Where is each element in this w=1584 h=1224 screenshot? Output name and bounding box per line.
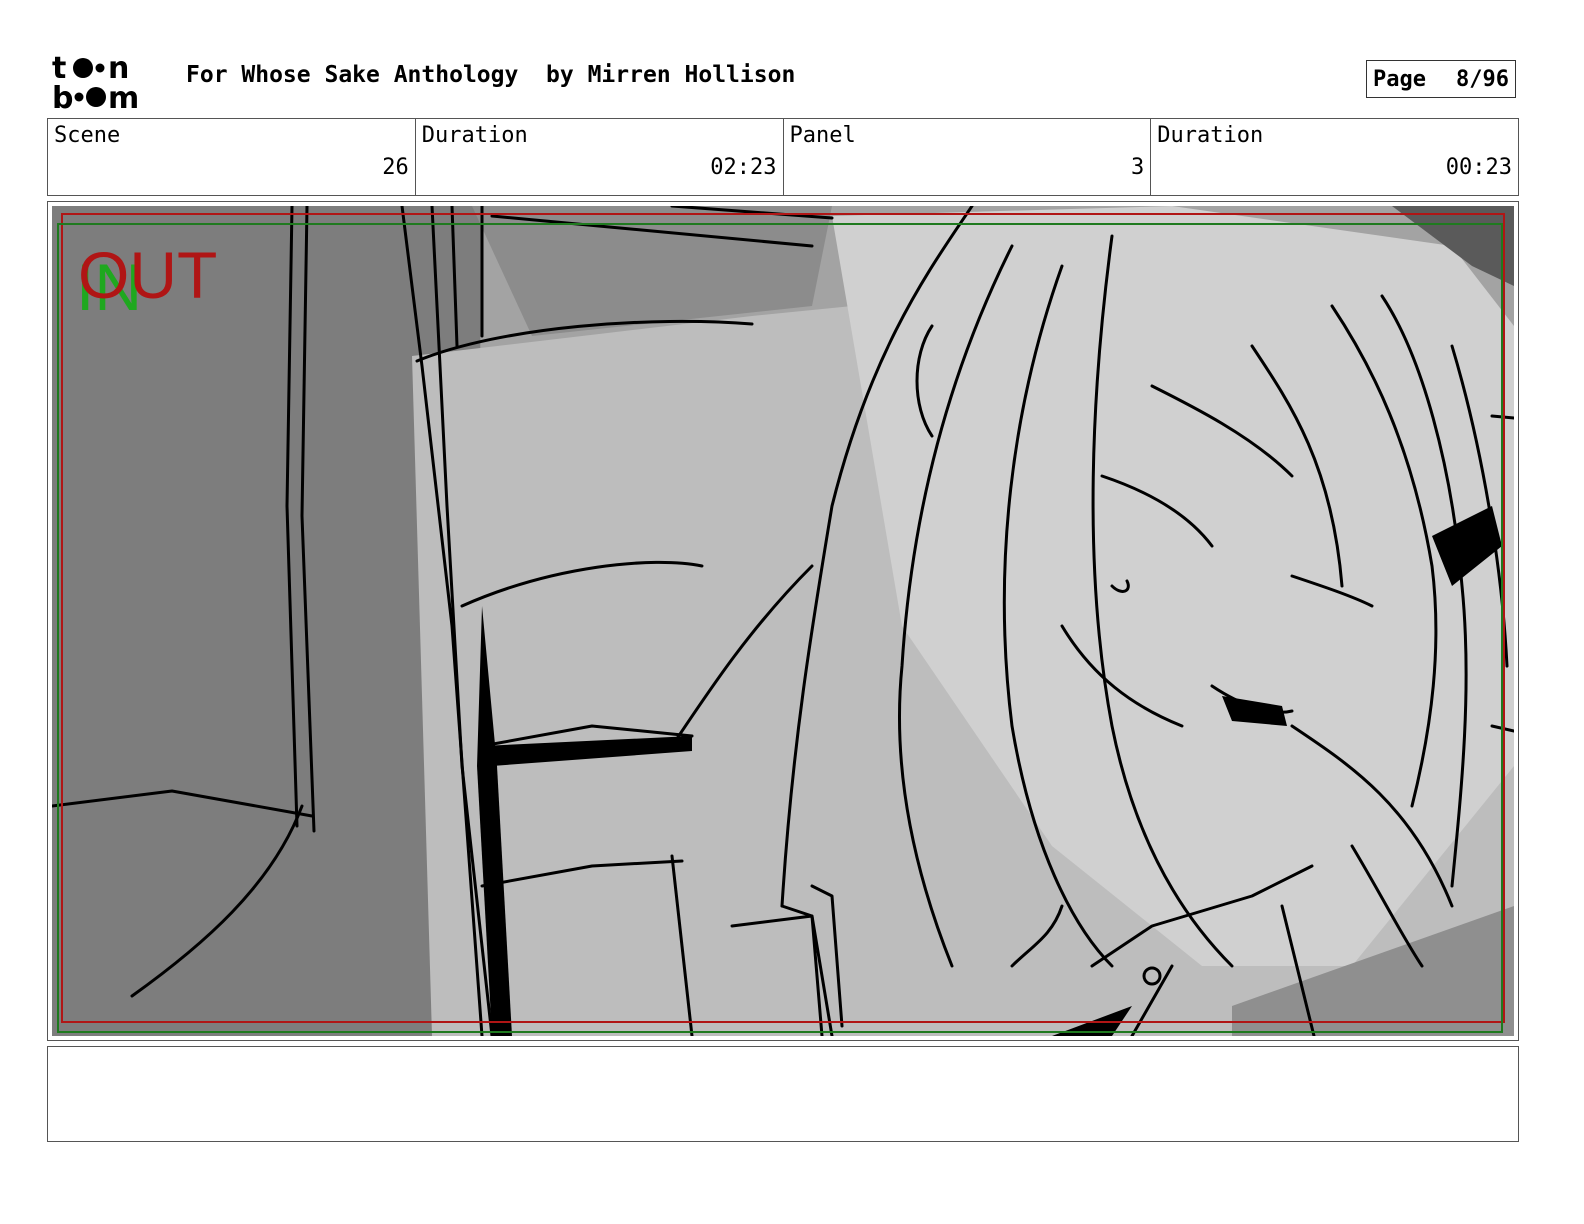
scene-cell: Scene 26 bbox=[48, 119, 416, 195]
storyboard-title: For Whose Sake Anthology by Mirren Holli… bbox=[186, 62, 795, 88]
svg-text:b: b bbox=[52, 81, 73, 110]
page-number: 8/96 bbox=[1456, 66, 1509, 92]
panel-duration-label: Duration bbox=[1157, 123, 1264, 148]
scene-label: Scene bbox=[54, 123, 121, 148]
panel-label: Panel bbox=[789, 123, 856, 148]
scene-value: 26 bbox=[382, 155, 409, 180]
scene-duration-label: Duration bbox=[421, 123, 528, 148]
panel-info-row: Scene 26 Duration 02:23 Panel 3 Duration… bbox=[47, 118, 1519, 196]
toon-boom-logo: t n b m bbox=[52, 52, 164, 110]
page-label: Page bbox=[1373, 66, 1426, 92]
author-credit: by Mirren Hollison bbox=[546, 62, 796, 88]
out-marker: OUT bbox=[78, 238, 217, 312]
project-title: For Whose Sake Anthology bbox=[186, 62, 519, 88]
svg-text:m: m bbox=[108, 81, 139, 110]
panel-duration-value: 00:23 bbox=[1445, 155, 1512, 180]
page-indicator: Page 8/96 bbox=[1366, 60, 1516, 98]
panel-notes-box bbox=[47, 1046, 1519, 1142]
panel-duration-cell: Duration 00:23 bbox=[1151, 119, 1518, 195]
panel-cell: Panel 3 bbox=[784, 119, 1152, 195]
storyboard-panel-image: IN OUT bbox=[52, 206, 1514, 1036]
panel-value: 3 bbox=[1131, 155, 1145, 180]
scene-duration-value: 02:23 bbox=[710, 155, 777, 180]
scene-duration-cell: Duration 02:23 bbox=[416, 119, 784, 195]
